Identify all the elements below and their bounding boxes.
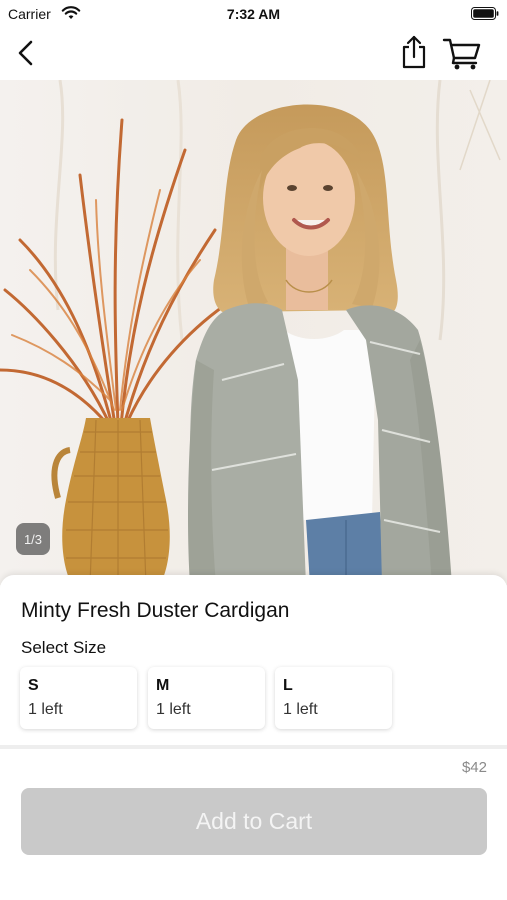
price-label: $42: [461, 759, 487, 776]
size-label: L: [283, 677, 293, 694]
size-options: S 1 left M 1 left L 1 left: [20, 667, 500, 731]
nav-bar: [0, 28, 507, 81]
share-icon[interactable]: [398, 34, 430, 70]
product-photo: [0, 80, 507, 585]
status-bar: Carrier 7:32 AM: [0, 0, 507, 28]
clock: 7:32 AM: [226, 6, 281, 22]
product-image[interactable]: [0, 80, 507, 585]
size-option-m[interactable]: M 1 left: [148, 667, 265, 729]
size-label: M: [156, 677, 170, 694]
size-stock: 1 left: [156, 701, 191, 718]
chevron-left-icon[interactable]: [12, 38, 38, 68]
size-stock: 1 left: [28, 701, 63, 718]
select-size-label: Select Size: [21, 638, 107, 657]
size-option-s[interactable]: S 1 left: [20, 667, 137, 729]
product-details-sheet: Minty Fresh Duster Cardigan Select Size …: [0, 575, 507, 900]
size-stock: 1 left: [283, 701, 318, 718]
cart-icon[interactable]: [442, 36, 482, 70]
image-counter-badge: 1/3: [16, 523, 50, 555]
battery-icon: [471, 7, 499, 20]
size-option-l[interactable]: L 1 left: [275, 667, 392, 729]
add-to-cart-button[interactable]: Add to Cart: [21, 788, 487, 855]
divider: [0, 745, 507, 749]
size-label: S: [28, 677, 39, 694]
product-title: Minty Fresh Duster Cardigan: [21, 599, 290, 622]
